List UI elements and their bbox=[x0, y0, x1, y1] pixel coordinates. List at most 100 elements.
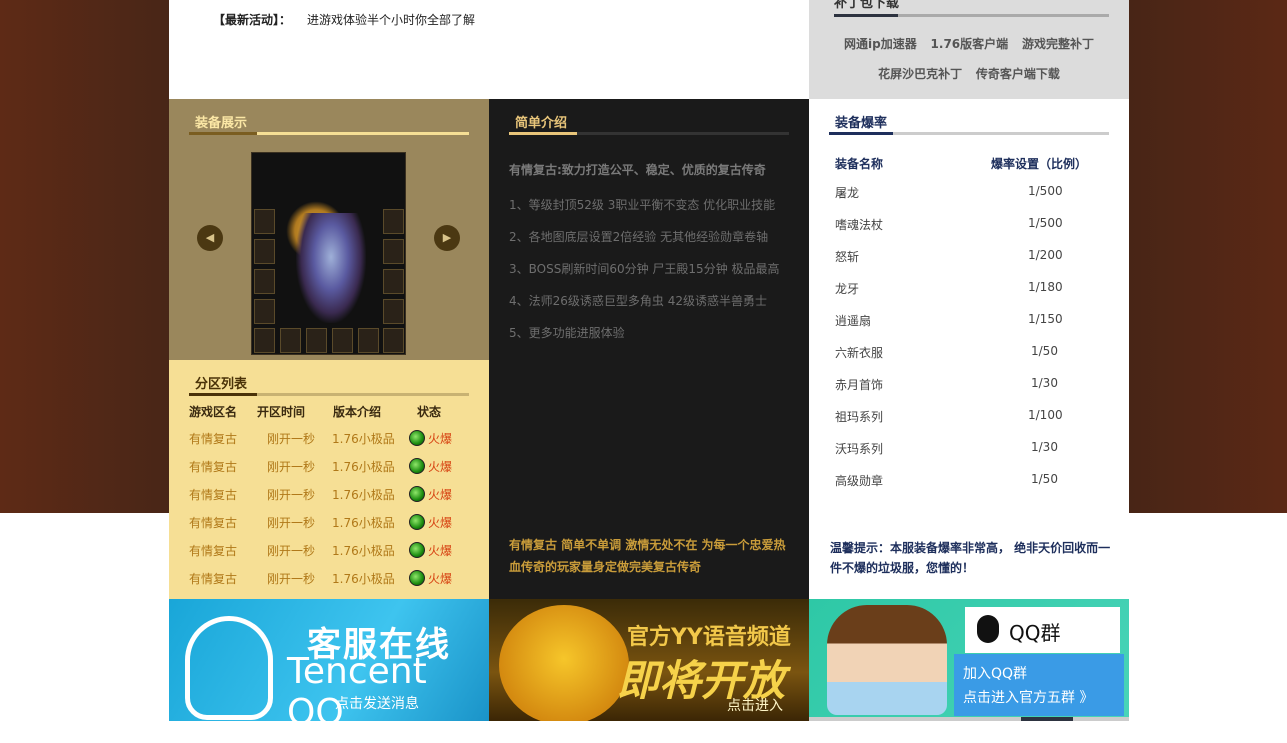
qq-group-logo: QQ群 bbox=[965, 607, 1120, 653]
patch-link[interactable]: 网通ip加速器 bbox=[844, 37, 917, 51]
equipment-slot bbox=[254, 269, 275, 294]
zone-header: 游戏区名 bbox=[189, 405, 238, 419]
status-badge: 火爆 bbox=[409, 542, 452, 559]
status-badge: 火爆 bbox=[409, 570, 452, 587]
qq-penguin-icon bbox=[977, 615, 999, 643]
join-line2: 点击进入官方五群 》 bbox=[963, 690, 1094, 706]
equipment-slot bbox=[383, 239, 404, 264]
equipment-title: 装备展示 bbox=[195, 116, 248, 131]
rates-footer-text: 温馨提示：本服装备爆率非常高， 绝非天价回收而一件不爆的垃圾服，您懂的！ bbox=[830, 541, 1111, 575]
equipment-slot bbox=[306, 328, 327, 353]
equipment-slot bbox=[383, 209, 404, 234]
patch-download-panel: 补丁包下载 网通ip加速器 1.76版客户端 游戏完整补丁 花屏沙巴克补丁 传奇… bbox=[809, 0, 1129, 99]
rate-row: 祖玛系列 1/100 bbox=[835, 408, 1063, 424]
rates-title: 装备爆率 bbox=[835, 116, 888, 131]
rates-title-underline bbox=[829, 132, 1109, 135]
status-dot-icon bbox=[409, 458, 425, 474]
rate-row: 龙牙 1/180 bbox=[835, 280, 1063, 296]
equipment-slot bbox=[254, 299, 275, 324]
news-bar: 【最新活动】： 进游戏体验半个小时你全部了解 bbox=[169, 0, 809, 99]
patch-link[interactable]: 1.76版客户端 bbox=[931, 37, 1009, 51]
equipment-image bbox=[251, 152, 406, 355]
qq-banner-cta: 点击发送消息 bbox=[335, 696, 419, 712]
status-dot-icon bbox=[409, 430, 425, 446]
rate-row: 逍遥扇 1/150 bbox=[835, 312, 1063, 328]
intro-item: 2、各地图底层设置2倍经验 无其他经验勋章卷轴 bbox=[509, 230, 769, 244]
rate-row: 赤月首饰 1/30 bbox=[835, 376, 1058, 392]
equipment-title-underline bbox=[189, 132, 469, 135]
equipment-slot bbox=[383, 269, 404, 294]
qq-penguin-icon bbox=[185, 616, 273, 720]
intro-item: 3、BOSS刷新时间60分钟 尸王殿15分钟 极品最高 bbox=[509, 262, 780, 276]
qq-group-banner[interactable]: QQ群 加入QQ群 点击进入官方五群 》 bbox=[809, 599, 1129, 721]
next-arrow-icon[interactable]: ▶ bbox=[434, 225, 460, 251]
intro-lead: 有情复古:致力打造公平、稳定、优质的复古传奇 bbox=[509, 163, 766, 177]
rate-row: 六新衣服 1/50 bbox=[835, 344, 1058, 360]
patch-link[interactable]: 游戏完整补丁 bbox=[1022, 37, 1094, 51]
server-zone-list: 分区列表 游戏区名 开区时间 版本介绍 状态 有情复古 刚开一秒 1.76小极品… bbox=[169, 360, 489, 599]
equipment-slot bbox=[254, 239, 275, 264]
equipment-showcase: 装备展示 ◀ ▶ bbox=[169, 99, 489, 360]
status-dot-icon bbox=[409, 570, 425, 586]
rates-header: 装备名称 bbox=[835, 157, 884, 171]
patch-link[interactable]: 花屏沙巴克补丁 bbox=[878, 67, 962, 81]
yy-voice-banner[interactable]: 官方YY语音频道 即将开放 点击进入 bbox=[489, 599, 809, 721]
intro-title: 简单介绍 bbox=[515, 116, 568, 131]
zone-title: 分区列表 bbox=[195, 377, 248, 392]
qq-support-banner[interactable]: 客服在线 Tencent QQ 点击发送消息 bbox=[169, 599, 489, 721]
status-dot-icon bbox=[409, 542, 425, 558]
yy-banner-cta: 点击进入 bbox=[727, 698, 783, 714]
zone-header: 版本介绍 bbox=[333, 405, 382, 419]
rate-row: 嗜魂法杖 1/500 bbox=[835, 216, 1063, 232]
equipment-slot bbox=[280, 328, 301, 353]
intro-item: 4、法师26级诱惑巨型多角虫 42级诱惑半兽勇士 bbox=[509, 294, 767, 308]
join-qq-group-button[interactable]: 加入QQ群 点击进入官方五群 》 bbox=[954, 654, 1124, 716]
banner-scrollbar[interactable] bbox=[809, 717, 1129, 721]
rates-header: 爆率设置（比例） bbox=[991, 157, 1088, 171]
intro-item: 5、更多功能进服体验 bbox=[509, 326, 625, 340]
prev-arrow-icon[interactable]: ◀ bbox=[197, 225, 223, 251]
zone-row[interactable]: 有情复古 刚开一秒 1.76小极品 火爆 bbox=[169, 570, 489, 598]
join-line1: 加入QQ群 bbox=[963, 666, 1028, 682]
intro-item: 1、等级封顶52级 3职业平衡不变态 优化职业技能 bbox=[509, 198, 776, 212]
intro-footer-text: 有情复古 简单不单调 激情无处不在 为每一个忠爱热血传奇的玩家量身定做完美复古传… bbox=[509, 538, 786, 574]
news-tag: 【最新活动】： bbox=[213, 13, 292, 27]
status-badge: 火爆 bbox=[409, 430, 452, 447]
rate-row: 怒斩 1/200 bbox=[835, 248, 1063, 264]
equipment-slot bbox=[358, 328, 379, 353]
rate-row: 屠龙 1/500 bbox=[835, 184, 1063, 200]
zone-header: 开区时间 bbox=[257, 405, 306, 419]
equipment-slot bbox=[332, 328, 353, 353]
drop-rate-panel: 装备爆率 装备名称 爆率设置（比例） 屠龙 1/500 嗜魂法杖 1/500 怒斩 1… bbox=[809, 99, 1129, 513]
status-dot-icon bbox=[409, 514, 425, 530]
zone-row[interactable]: 有情复古 刚开一秒 1.76小极品 火爆 bbox=[169, 542, 489, 570]
intro-footer: 有情复古 简单不单调 激情无处不在 为每一个忠爱热血传奇的玩家量身定做完美复古传… bbox=[489, 513, 809, 599]
status-dot-icon bbox=[409, 486, 425, 502]
rate-row: 高级勋章 1/50 bbox=[835, 472, 1058, 488]
patch-title-underline bbox=[834, 14, 1109, 17]
status-badge: 火爆 bbox=[409, 486, 452, 503]
news-link[interactable]: 进游戏体验半个小时你全部了解 bbox=[307, 11, 475, 28]
zone-title-underline bbox=[189, 393, 469, 396]
equipment-slot bbox=[383, 328, 404, 353]
yy-bear-icon bbox=[499, 605, 629, 721]
patch-link[interactable]: 传奇客户端下载 bbox=[976, 67, 1060, 81]
equipment-slot bbox=[383, 299, 404, 324]
intro-panel: 简单介绍 有情复古:致力打造公平、稳定、优质的复古传奇 1、等级封顶52级 3职… bbox=[489, 99, 809, 513]
character-figure bbox=[296, 213, 366, 323]
zone-row[interactable]: 有情复古 刚开一秒 1.76小极品 火爆 bbox=[169, 514, 489, 542]
status-badge: 火爆 bbox=[409, 514, 452, 531]
main-container: 【最新活动】： 进游戏体验半个小时你全部了解 补丁包下载 网通ip加速器 1.7… bbox=[169, 0, 1129, 721]
rates-footer: 温馨提示：本服装备爆率非常高， 绝非天价回收而一件不爆的垃圾服，您懂的！ bbox=[809, 513, 1129, 599]
zone-row[interactable]: 有情复古 刚开一秒 1.76小极品 火爆 bbox=[169, 458, 489, 486]
patch-title: 补丁包下载 bbox=[834, 0, 900, 11]
couple-avatar-icon bbox=[827, 605, 947, 715]
rate-row: 沃玛系列 1/30 bbox=[835, 440, 1058, 456]
zone-header: 状态 bbox=[417, 405, 442, 419]
zone-row[interactable]: 有情复古 刚开一秒 1.76小极品 火爆 bbox=[169, 486, 489, 514]
patch-links: 网通ip加速器 1.76版客户端 游戏完整补丁 花屏沙巴克补丁 传奇客户端下载 bbox=[829, 29, 1109, 89]
status-badge: 火爆 bbox=[409, 458, 452, 475]
equipment-slot bbox=[254, 328, 275, 353]
intro-title-underline bbox=[509, 132, 789, 135]
zone-row[interactable]: 有情复古 刚开一秒 1.76小极品 火爆 bbox=[169, 430, 489, 458]
